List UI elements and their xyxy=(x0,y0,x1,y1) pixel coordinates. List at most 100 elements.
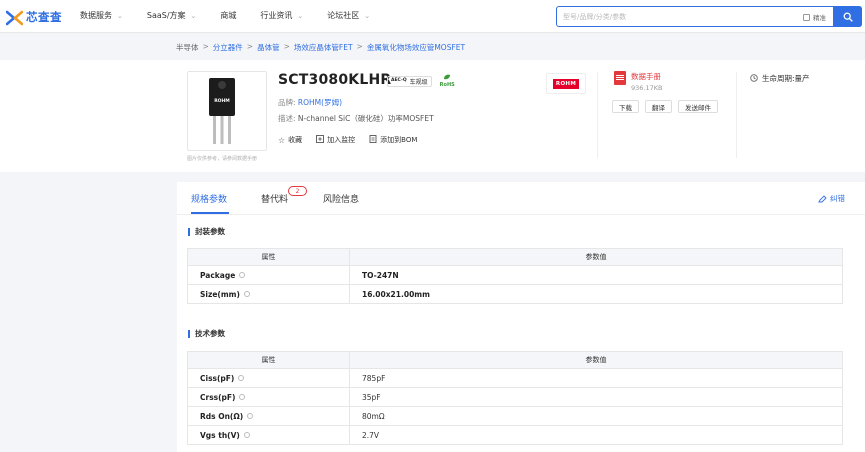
table-row: Ciss(pF) 785pF xyxy=(187,368,843,388)
product-badges: AEC-Q 车规级 RoHS xyxy=(387,74,455,88)
nav-item-label: 商城 xyxy=(220,11,237,20)
search-button[interactable] xyxy=(833,6,862,27)
breadcrumb-item[interactable]: 晶体管 xyxy=(257,42,280,53)
datasheet-title[interactable]: 数据手册 xyxy=(631,71,662,82)
aec-q-label: 车规级 xyxy=(409,78,428,86)
divider xyxy=(597,72,598,158)
info-icon[interactable] xyxy=(238,374,245,381)
tab-alternatives[interactable]: 替代料 xyxy=(261,192,288,205)
datasheet-size: 936.17KB xyxy=(631,84,663,92)
lifecycle-value: 量产 xyxy=(794,74,810,83)
breadcrumb-separator: > xyxy=(246,42,254,51)
breadcrumb-item[interactable]: 金属氧化物场效应管MOSFET xyxy=(367,42,465,53)
main-nav: 数据服务 ⌄ SaaS/方案 ⌄ 商城 行业资讯 ⌄ 论坛社区 ⌄ xyxy=(80,10,394,21)
breadcrumb-item[interactable]: 半导体 xyxy=(176,42,199,53)
nav-item-forum[interactable]: 论坛社区 ⌄ xyxy=(327,10,370,21)
column-header: 属性 xyxy=(187,248,350,266)
info-icon[interactable] xyxy=(239,271,246,278)
part-number: SCT3080KLHR xyxy=(278,72,392,88)
info-icon[interactable] xyxy=(239,393,246,400)
add-to-bom-button[interactable]: 添加到BOM xyxy=(369,135,417,145)
brand-link[interactable]: ROHM(罗姆) xyxy=(298,98,342,107)
breadcrumb-item[interactable]: 场效应晶体管FET xyxy=(294,42,353,53)
attribute-name: Rds On(Ω) xyxy=(187,406,350,426)
active-tab-indicator xyxy=(191,212,229,214)
attribute-value: 16.00x21.00mm xyxy=(349,284,843,304)
report-error-button[interactable]: 纠错 xyxy=(818,193,845,204)
description-value: N-channel SiC（碳化硅）功率MOSFET xyxy=(297,114,434,123)
attribute-value: 2.7V xyxy=(349,425,843,445)
lifecycle: 生命周期: 量产 xyxy=(750,73,810,84)
nav-item-mall[interactable]: 商城 xyxy=(220,10,236,21)
chevron-down-icon: ⌄ xyxy=(190,11,197,20)
attribute-name: Ciss(pF) xyxy=(187,368,350,388)
lifecycle-label: 生命周期: xyxy=(762,74,795,83)
rohs-badge: RoHS xyxy=(440,74,455,88)
nav-item-data-service[interactable]: 数据服务 ⌄ xyxy=(80,10,123,21)
add-monitor-label: 加入监控 xyxy=(327,136,356,144)
clock-icon xyxy=(750,73,758,84)
logo-icon xyxy=(6,10,23,25)
tab-bar: 规格参数 替代料 2 风险信息 纠错 xyxy=(177,182,865,215)
favorite-button[interactable]: ☆ 收藏 xyxy=(278,135,302,145)
attribute-name: Size(mm) xyxy=(187,284,350,304)
translate-button[interactable]: 翻译 xyxy=(645,100,672,113)
send-email-button[interactable]: 发送邮件 xyxy=(678,100,718,113)
package-table: 属性 参数值 Package TO-247N Size(mm) 16.00x21… xyxy=(187,248,843,304)
exact-match-label: 精准 xyxy=(813,14,826,22)
table-row: Package TO-247N xyxy=(187,265,843,285)
product-image[interactable]: ROHM xyxy=(187,71,267,151)
tech-section-title: 技术参数 xyxy=(188,328,225,339)
column-header: 参数值 xyxy=(349,351,843,369)
table-row: Rds On(Ω) 80mΩ xyxy=(187,406,843,426)
section-marker xyxy=(188,329,190,338)
brand-logo-text: ROHM xyxy=(552,78,580,89)
pdf-icon xyxy=(614,71,626,85)
tab-risk[interactable]: 风险信息 xyxy=(323,192,359,205)
nav-item-news[interactable]: 行业资讯 ⌄ xyxy=(260,10,303,21)
search-input[interactable] xyxy=(563,10,793,23)
description-line: 描述: N-channel SiC（碳化硅）功率MOSFET xyxy=(278,113,434,124)
transistor-image: ROHM xyxy=(209,78,235,144)
nav-item-saas[interactable]: SaaS/方案 ⌄ xyxy=(147,10,197,21)
datasheet-block[interactable]: 数据手册 936.17KB xyxy=(614,71,662,92)
breadcrumb-item[interactable]: 分立器件 xyxy=(213,42,243,53)
add-monitor-button[interactable]: 加入监控 xyxy=(316,135,355,145)
attribute-value: 80mΩ xyxy=(349,406,843,426)
breadcrumb-separator: > xyxy=(202,42,209,51)
info-icon[interactable] xyxy=(243,290,250,297)
attribute-name: Package xyxy=(187,265,350,285)
attribute-name: Crss(pF) xyxy=(187,387,350,407)
product-header: ROHM 图片仅供参考，请参阅数据手册 SCT3080KLHR AEC-Q 车规… xyxy=(0,60,865,172)
chevron-down-icon: ⌄ xyxy=(364,11,371,20)
description-label: 描述: xyxy=(278,114,296,123)
site-logo[interactable]: 芯查查 xyxy=(6,7,62,27)
table-header-row: 属性 参数值 xyxy=(187,248,843,266)
attribute-value: 785pF xyxy=(349,368,843,388)
divider xyxy=(736,72,737,158)
chevron-down-icon: ⌄ xyxy=(297,11,304,20)
info-icon[interactable] xyxy=(243,431,250,438)
monitor-icon xyxy=(316,135,325,145)
report-error-label: 纠错 xyxy=(830,194,845,203)
spec-panel: 规格参数 替代料 2 风险信息 纠错 封装参数 属性 参数值 Package T… xyxy=(177,182,865,452)
brand-logo[interactable]: ROHM xyxy=(546,73,586,94)
nav-item-label: 行业资讯 xyxy=(260,11,293,20)
rohs-label: RoHS xyxy=(439,82,455,88)
search-box: 精准 xyxy=(556,6,862,27)
package-section-title: 封装参数 xyxy=(188,226,225,237)
exact-match-checkbox[interactable] xyxy=(803,13,810,21)
tab-specs[interactable]: 规格参数 xyxy=(191,192,227,205)
attribute-name: Vgs th(V) xyxy=(187,425,350,445)
attribute-value: TO-247N xyxy=(349,265,843,285)
info-icon[interactable] xyxy=(247,412,254,419)
chevron-down-icon: ⌄ xyxy=(117,11,123,20)
product-actions: ☆ 收藏 加入监控 添加到BOM xyxy=(278,135,431,145)
leaf-icon xyxy=(444,74,451,80)
table-row: Size(mm) 16.00x21.00mm xyxy=(187,284,843,304)
table-row: Vgs th(V) 2.7V xyxy=(187,425,843,445)
exact-match-toggle[interactable]: 精准 xyxy=(803,12,826,22)
section-title-text: 封装参数 xyxy=(195,227,225,236)
download-button[interactable]: 下载 xyxy=(612,100,639,113)
image-note: 图片仅供参考，请参阅数据手册 xyxy=(187,156,258,162)
